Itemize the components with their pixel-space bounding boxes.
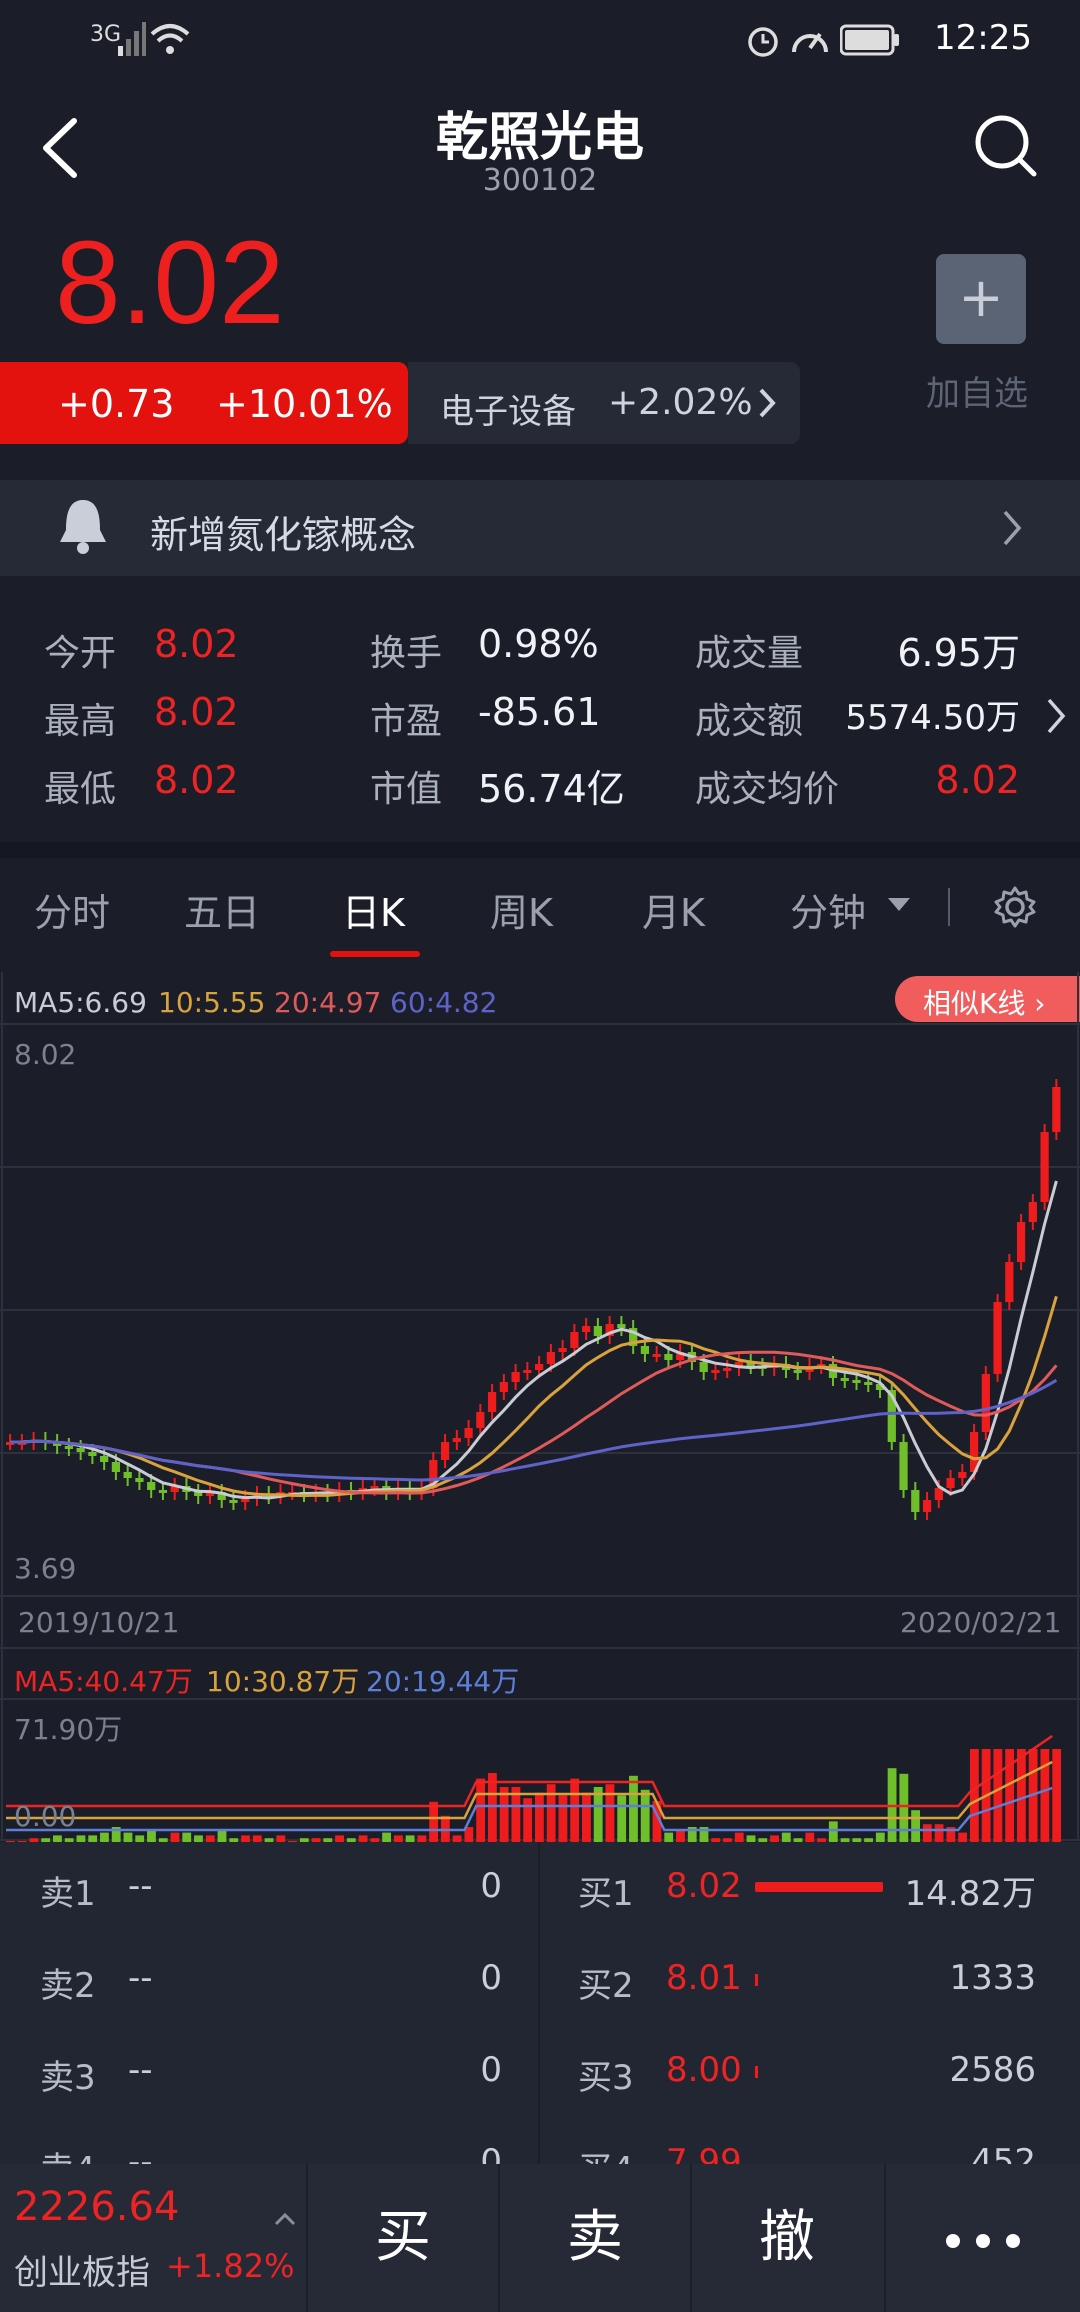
price-low-label: 3.69 (14, 1552, 77, 1585)
concept-notice[interactable]: 新增氮化镓概念 (0, 480, 1080, 576)
chevron-up-icon[interactable] (274, 2212, 296, 2226)
speed-icon (792, 32, 828, 53)
buy-qty: 2586 (949, 2050, 1036, 2090)
buy-label: 买2 (578, 1966, 634, 2006)
divider (0, 842, 1080, 858)
tab-4[interactable]: 月K (642, 882, 705, 937)
quote-label: 今开 (44, 633, 117, 674)
alarm-icon (748, 27, 778, 57)
quote-value: 5574.50万 (845, 698, 1020, 738)
quote-value: 6.95万 (897, 631, 1020, 675)
sell-qty: 0 (480, 1958, 502, 1998)
buy-button[interactable]: 买 (306, 2164, 498, 2312)
active-tab-indicator (330, 951, 420, 957)
more-icon (946, 2234, 1020, 2248)
chevron-down-icon[interactable] (888, 898, 910, 912)
date-start-label: 2019/10/21 (18, 1606, 180, 1639)
sell-price: -- (128, 1866, 153, 1906)
notice-text: 新增氮化镓概念 (150, 513, 417, 557)
quote-label: 最高 (44, 701, 117, 742)
chevron-right-icon[interactable] (1044, 696, 1068, 736)
tab-2[interactable]: 日K (342, 882, 405, 937)
search-icon[interactable] (972, 112, 1040, 180)
sector-name: 电子设备 (440, 392, 576, 432)
index-value[interactable]: 2226.64 (14, 2184, 179, 2230)
quote-value: 56.74亿 (478, 767, 625, 811)
signal-icon (118, 22, 146, 56)
tab-5[interactable]: 分钟 (790, 882, 866, 937)
tab-3[interactable]: 周K (490, 882, 553, 937)
price-change-pct: +10.01% (216, 382, 393, 426)
quote-value: 8.02 (935, 758, 1020, 802)
vol-high-label: 71.90万 (14, 1713, 123, 1746)
add-watchlist-label[interactable]: 加自选 (926, 366, 1028, 415)
wifi-icon (150, 24, 190, 54)
vol-ma10-label: 10:30.87万 (206, 1665, 360, 1698)
buy3-volume-bar (755, 2066, 758, 2078)
quote-label: 市盈 (370, 701, 443, 742)
buy1-volume-bar (755, 1882, 883, 1892)
quote-value: 8.02 (154, 622, 239, 666)
vol-low-label: 0.00 (14, 1800, 77, 1833)
status-bar: 3G 12:25 (0, 0, 1080, 80)
gear-icon[interactable] (994, 886, 1036, 928)
sell-price: -- (128, 1958, 153, 1998)
quote-label: 市值 (370, 769, 443, 810)
battery-icon (840, 24, 899, 56)
divider (948, 888, 950, 926)
quote-value: 8.02 (154, 758, 239, 802)
stock-name: 乾照光电 (435, 108, 644, 168)
stock-code: 300102 (482, 163, 598, 198)
clock: 12:25 (934, 18, 1032, 58)
vol-ma20-label: 20:19.44万 (366, 1665, 520, 1698)
sector-link[interactable]: 电子设备 +2.02% (408, 362, 800, 444)
chevron-right-icon (759, 388, 776, 418)
index-pct[interactable]: +1.82% (166, 2247, 294, 2285)
buy-price: 8.02 (666, 1866, 742, 1906)
vol-ma5-label: MA5:40.47万 (14, 1665, 193, 1698)
sector-pct: +2.02% (608, 382, 753, 423)
buy-label: 买3 (578, 2058, 634, 2098)
price-change: +0.73 (58, 382, 175, 426)
sell-label: 卖1 (40, 1874, 96, 1914)
chevron-right-icon (1003, 510, 1022, 546)
sell-label: 卖2 (40, 1966, 96, 2006)
sell-label: 卖3 (40, 2058, 96, 2098)
quote-label: 成交均价 (695, 769, 840, 810)
tab-1[interactable]: 五日 (184, 882, 260, 937)
add-watchlist-button[interactable]: + (936, 254, 1026, 344)
buy2-volume-bar (755, 1974, 758, 1986)
network-indicator: 3G (90, 22, 122, 47)
buy-qty: 14.82万 (904, 1874, 1036, 1914)
buy-qty: 1333 (949, 1958, 1036, 1998)
buy-price: 8.00 (666, 2050, 742, 2090)
buy-price: 8.01 (666, 1958, 742, 1998)
date-end-label: 2020/02/21 (900, 1606, 1062, 1639)
sell-price: -- (128, 2050, 153, 2090)
last-price: 8.02 (55, 217, 285, 349)
tab-0[interactable]: 分时 (34, 882, 110, 937)
change-bar: +0.73 +10.01% (0, 362, 408, 444)
buy-label: 买1 (578, 1874, 634, 1914)
quote-label: 最低 (44, 769, 117, 810)
quote-label: 换手 (370, 633, 443, 674)
divider (538, 1842, 540, 2164)
sell-button[interactable]: 卖 (498, 2164, 690, 2312)
quote-value: 8.02 (154, 690, 239, 734)
sell-qty: 0 (480, 1866, 502, 1906)
quote-label: 成交量 (695, 633, 804, 674)
index-name[interactable]: 创业板指 (14, 2245, 150, 2294)
more-button[interactable] (884, 2164, 1080, 2312)
cancel-order-button[interactable]: 撤 (690, 2164, 882, 2312)
quote-label: 成交额 (695, 701, 804, 742)
price-high-label: 8.02 (14, 1038, 77, 1071)
quote-value: -85.61 (478, 690, 601, 734)
bell-icon (60, 500, 106, 554)
sell-qty: 0 (480, 2050, 502, 2090)
quote-value: 0.98% (478, 622, 599, 666)
